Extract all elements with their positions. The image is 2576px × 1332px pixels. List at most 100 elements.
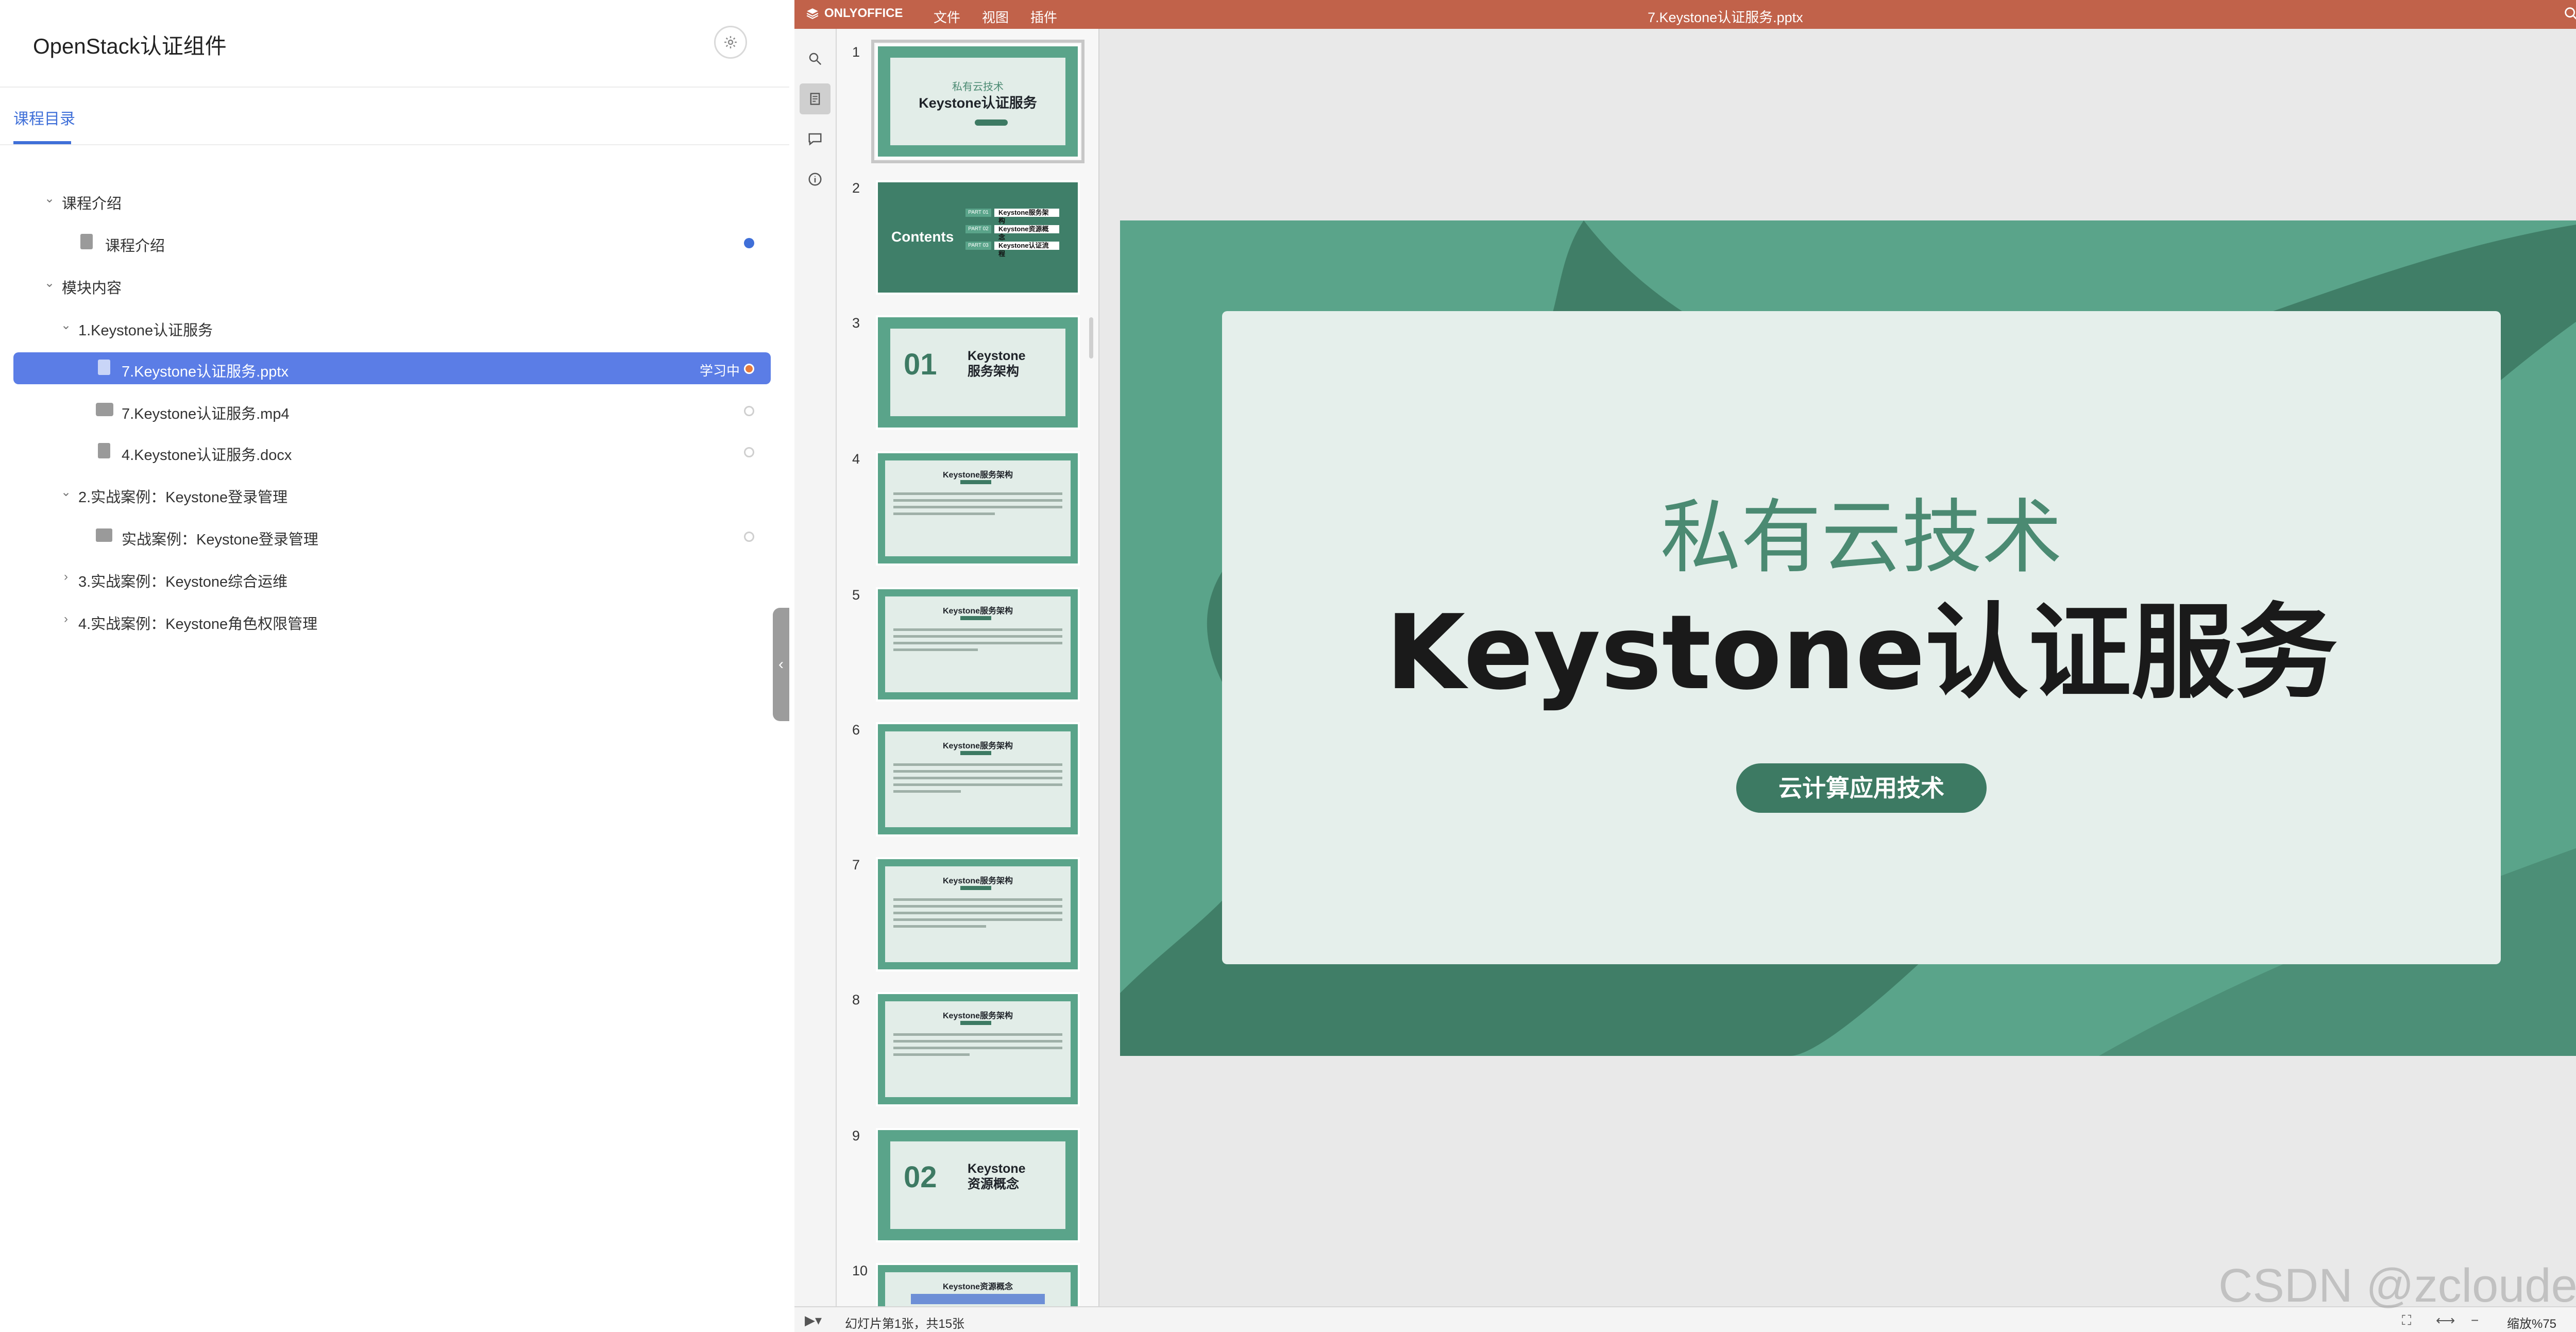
video-icon	[96, 403, 113, 416]
tree-label: 课程介绍	[62, 196, 122, 212]
tree-item-mp4[interactable]: 7.Keystone认证服务.mp4	[0, 395, 789, 426]
thumb-part-tag: PART 03	[965, 242, 991, 250]
tree-item-pptx[interactable]: 7.Keystone认证服务.pptx 学习中	[13, 352, 771, 384]
tree-item-lab[interactable]: 实战案例：Keystone登录管理	[0, 520, 789, 552]
comments-button[interactable]	[800, 124, 831, 155]
slide-number: 3	[852, 315, 860, 331]
tree-chapter-3[interactable]: › 3.实战案例：Keystone综合运维	[0, 562, 789, 594]
thumb-card: Keystone资源概念	[885, 1272, 1071, 1306]
slide-title: Keystone认证服务	[1385, 593, 2337, 713]
slide-thumbnail-1[interactable]: 私有云技术 Keystone认证服务	[871, 40, 1084, 163]
thumb-contents-item: PART 02 Keystone资源概念	[965, 225, 1059, 241]
tab-underline	[13, 141, 71, 144]
slide-thumbnail-8[interactable]: Keystone服务架构	[876, 992, 1080, 1106]
thumb-body-lines	[893, 628, 1062, 655]
thumb-part-text: Keystone认证流程	[994, 242, 1059, 258]
slide-number: 5	[852, 587, 860, 603]
slide-thumbnail-2[interactable]: Contents PART 01 Keystone服务架构 PART 02 Ke…	[876, 180, 1080, 295]
menu-view[interactable]: 视图	[982, 7, 1009, 26]
thumb-body-lines	[893, 898, 1062, 932]
onlyoffice-logo-icon	[806, 8, 819, 19]
course-panel: OpenStack认证组件 课程目录 ⌄ 课程介绍 课程介绍 ⌄ 模块内容 ⌄ …	[0, 0, 789, 1331]
info-button[interactable]	[800, 164, 831, 195]
chevron-left-icon: ‹	[778, 656, 784, 673]
thumb-section-title-line2: 服务架构	[968, 364, 1020, 379]
slides-icon	[810, 93, 820, 105]
zoom-level[interactable]: 缩放%75	[2507, 1313, 2556, 1331]
slides-panel-button[interactable]	[800, 83, 831, 114]
slide-thumbnails: 1 私有云技术 Keystone认证服务 2 Contents PART 01 …	[837, 29, 1099, 1306]
progress-status-icon	[744, 364, 754, 374]
tree-label: 3.实战案例：Keystone综合运维	[78, 574, 288, 590]
status-icon	[744, 447, 754, 457]
thumb-section-number: 01	[904, 348, 937, 381]
search-button[interactable]	[2563, 5, 2576, 25]
slide-thumbnail-6[interactable]: Keystone服务架构	[876, 722, 1080, 836]
collapse-panel-handle[interactable]: ‹	[773, 608, 789, 721]
thumb-card: Keystone服务架构	[885, 596, 1071, 692]
thumb-body-lines	[893, 492, 1062, 519]
thumb-section-title-line1: Keystone	[968, 349, 1026, 363]
thumb-part-text: Keystone资源概念	[994, 225, 1059, 241]
thumb-section-title: Keystone 资源概念	[968, 1161, 1026, 1192]
status-icon	[744, 406, 754, 416]
fit-width-icon[interactable]: ⟷	[2436, 1312, 2455, 1328]
status-icon	[744, 532, 754, 542]
tree-item-docx[interactable]: 4.Keystone认证服务.docx	[0, 436, 789, 468]
thumb-image-strip	[911, 1294, 1045, 1304]
slide-thumbnail-10[interactable]: Keystone资源概念	[876, 1263, 1080, 1306]
tree-label: 课程介绍	[105, 238, 165, 254]
tree-label: 7.Keystone认证服务.pptx	[122, 364, 289, 380]
slide-number: 2	[852, 180, 860, 196]
tree-chapter-2[interactable]: ⌄ 2.实战案例：Keystone登录管理	[0, 478, 789, 510]
thumb-section-number: 02	[904, 1160, 937, 1194]
slide-thumbnail-3[interactable]: 01 Keystone 服务架构	[876, 315, 1080, 430]
tab-bar: 课程目录	[0, 88, 789, 145]
menu-plugins[interactable]: 插件	[1030, 7, 1057, 26]
thumb-card: Keystone服务架构	[885, 1001, 1071, 1097]
slide-number: 4	[852, 451, 860, 467]
search-tool-button[interactable]	[800, 43, 831, 74]
thumb-section-title: Keystone 服务架构	[968, 348, 1026, 379]
thumb-contents-label: Contents	[891, 229, 954, 245]
menu-file[interactable]: 文件	[934, 7, 960, 26]
zoom-out-icon[interactable]: −	[2471, 1312, 2479, 1328]
tab-course-catalog[interactable]: 课程目录	[13, 106, 75, 129]
thumb-part-tag: PART 02	[965, 225, 991, 233]
play-slideshow-icon[interactable]: ▶▾	[805, 1312, 822, 1328]
slide-tag-pill: 云计算应用技术	[1736, 763, 1987, 813]
thumbnails-scrollbar[interactable]	[1089, 317, 1093, 358]
tree-label: 1.Keystone认证服务	[78, 322, 213, 339]
thumb-heading: Keystone服务架构	[942, 471, 1013, 480]
chevron-right-icon: ›	[64, 612, 68, 626]
thumb-heading-bar	[960, 1021, 991, 1025]
thumb-section-title-line1: Keystone	[968, 1162, 1026, 1176]
settings-button[interactable]	[714, 26, 747, 59]
tree-section-modules[interactable]: ⌄ 模块内容	[0, 269, 789, 301]
slide-thumbnail-4[interactable]: Keystone服务架构	[876, 451, 1080, 566]
thumb-card: Keystone服务架构	[885, 866, 1071, 962]
chevron-right-icon: ›	[64, 570, 68, 584]
slide-counter: 幻灯片第1张，共15张	[845, 1317, 965, 1331]
tree-section-intro[interactable]: ⌄ 课程介绍	[0, 184, 789, 216]
chevron-down-icon: ⌄	[60, 318, 72, 332]
tree-label: 模块内容	[62, 280, 122, 297]
current-slide[interactable]: 私有云技术 Keystone认证服务 云计算应用技术	[1120, 220, 2576, 1056]
slide-thumbnail-5[interactable]: Keystone服务架构	[876, 587, 1080, 702]
thumb-heading-bar	[960, 480, 991, 484]
slide-thumbnail-9[interactable]: 02 Keystone 资源概念	[876, 1128, 1080, 1242]
fit-slide-icon[interactable]: ⛶	[2402, 1312, 2411, 1329]
thumb-heading: Keystone资源概念	[942, 1283, 1013, 1291]
info-icon	[808, 173, 822, 186]
slide-number: 1	[852, 44, 860, 60]
thumb-card: 私有云技术 Keystone认证服务	[890, 58, 1065, 145]
tree-chapter-4[interactable]: › 4.实战案例：Keystone角色权限管理	[0, 605, 789, 637]
gear-icon	[724, 36, 737, 48]
tree-chapter-1[interactable]: ⌄ 1.Keystone认证服务	[0, 311, 789, 343]
slide-thumbnail-7[interactable]: Keystone服务架构	[876, 857, 1080, 971]
thumb-heading: Keystone服务架构	[942, 1012, 1013, 1020]
editor-topbar: ONLYOFFICE 文件 视图 插件 7.Keystone认证服务.pptx …	[794, 0, 2576, 29]
tree-item-intro[interactable]: 课程介绍	[0, 227, 789, 259]
document-icon	[98, 443, 110, 458]
course-header: OpenStack认证组件	[0, 0, 789, 88]
